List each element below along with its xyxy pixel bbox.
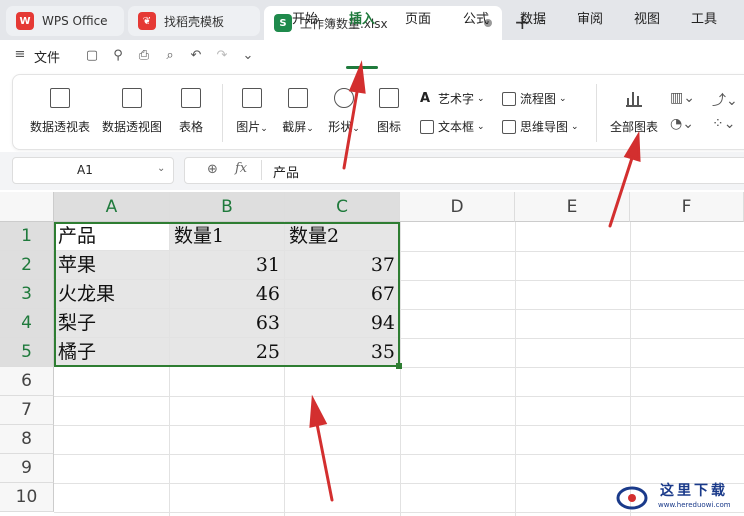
watermark-text: 这里下载 <box>660 483 728 499</box>
arrow-head-data <box>309 394 328 428</box>
arrow-to-data-range <box>315 422 334 502</box>
watermark-swoosh-icon <box>616 486 648 510</box>
watermark-logo: 这里下载 www.hereduowi.com <box>610 474 744 516</box>
watermark-url: www.hereduowi.com <box>658 501 731 509</box>
arrow-head-insert <box>348 60 366 94</box>
arrow-to-insert-tab <box>342 90 359 170</box>
annotation-arrows <box>309 60 641 502</box>
arrow-to-all-charts <box>608 156 634 228</box>
arrow-head-charts <box>623 130 641 163</box>
